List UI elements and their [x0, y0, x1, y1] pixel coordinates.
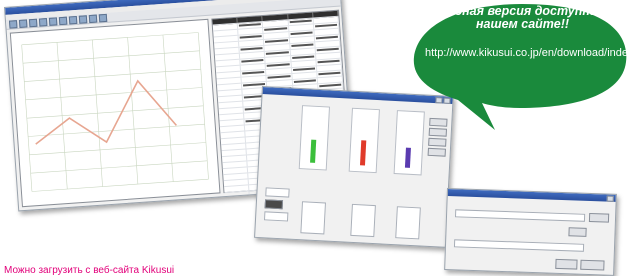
- promo-bubble: [413, 4, 627, 130]
- promo-title: Пробная версия доступна на нашем сайте!!: [430, 4, 615, 31]
- promo-url[interactable]: http://www.kikusui.co.jp/en/download/ind…: [425, 47, 628, 60]
- download-caption: Можно загрузить с веб-сайта Kikusui: [4, 265, 175, 276]
